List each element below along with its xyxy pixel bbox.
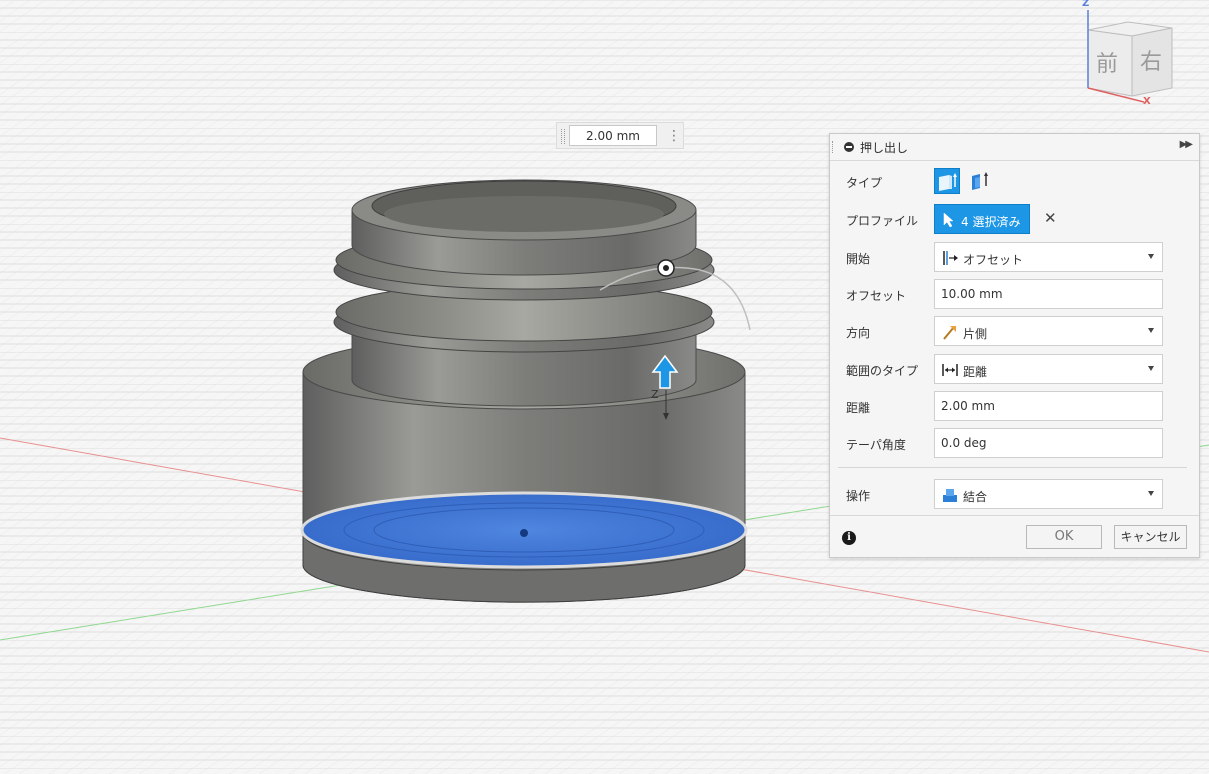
- expand-dialog-icon[interactable]: ▶▶: [1180, 139, 1193, 150]
- operation-label: 操作: [846, 489, 871, 503]
- row-start: 開始 オフセット: [830, 240, 1199, 274]
- extent-type-select[interactable]: 距離: [934, 354, 1163, 384]
- start-label: 開始: [846, 252, 871, 266]
- taper-label: テーパ角度: [846, 438, 906, 452]
- one-side-direction-icon: [943, 326, 956, 340]
- ok-button[interactable]: OK: [1026, 525, 1102, 549]
- thin-extrude-icon: [972, 172, 988, 190]
- viewcube-z-label: Z: [1082, 0, 1090, 9]
- profile-label: プロファイル: [846, 214, 919, 228]
- thin-type-button[interactable]: [968, 168, 994, 194]
- type-label: タイプ: [846, 176, 883, 190]
- offset-start-icon: [943, 251, 958, 265]
- dialog-grip-icon[interactable]: [832, 141, 835, 153]
- offset-label: オフセット: [846, 289, 907, 303]
- chevron-down-icon: [1148, 254, 1154, 259]
- cancel-button[interactable]: キャンセル: [1114, 525, 1187, 549]
- taper-input[interactable]: [934, 428, 1163, 458]
- viewcube-front-face[interactable]: 前: [1096, 46, 1118, 78]
- distance-label: 距離: [846, 401, 871, 415]
- distance-extent-icon: [942, 364, 958, 376]
- floating-distance-input: ⋮: [556, 122, 684, 149]
- info-icon[interactable]: i: [842, 531, 856, 545]
- row-direction: 方向 片側: [830, 314, 1199, 348]
- profile-select-button[interactable]: 4 選択済み: [934, 204, 1030, 234]
- cursor-select-icon: [943, 212, 954, 228]
- more-menu-icon[interactable]: ⋮: [667, 127, 681, 145]
- direction-label: 方向: [846, 326, 871, 340]
- row-offset: オフセット: [830, 277, 1199, 311]
- row-taper: テーパ角度: [830, 426, 1199, 460]
- direction-value: 片側: [963, 327, 988, 341]
- distance-input[interactable]: [934, 391, 1163, 421]
- extrude-command-icon: [844, 142, 854, 152]
- chevron-down-icon: [1148, 328, 1154, 333]
- floating-distance-field[interactable]: [569, 125, 657, 146]
- start-value: オフセット: [963, 253, 1024, 267]
- row-type: タイプ: [830, 164, 1199, 198]
- clear-selection-icon[interactable]: ✕: [1044, 209, 1057, 227]
- row-distance: 距離: [830, 389, 1199, 423]
- viewcube-right-face[interactable]: 右: [1140, 44, 1162, 76]
- solid-extrude-icon: [939, 173, 957, 191]
- solid-type-button[interactable]: [934, 168, 960, 194]
- offset-input[interactable]: [934, 279, 1163, 309]
- operation-select[interactable]: 結合: [934, 479, 1163, 509]
- join-operation-icon: [943, 489, 957, 502]
- row-profile: プロファイル 4 選択済み ✕: [830, 202, 1199, 236]
- dialog-footer: i OK キャンセル: [830, 515, 1199, 559]
- dialog-title: 押し出し: [860, 141, 909, 155]
- section-divider: [838, 467, 1187, 468]
- direction-select[interactable]: 片側: [934, 316, 1163, 346]
- extent-type-label: 範囲のタイプ: [846, 364, 919, 378]
- chevron-down-icon: [1148, 366, 1154, 371]
- chevron-down-icon: [1148, 491, 1154, 496]
- sketch-point-marker[interactable]: [657, 259, 675, 277]
- extrude-dialog: 押し出し ▶▶ タイプ プロファイル 4 選択済み ✕ 開始 オフセット オフセ…: [829, 133, 1200, 558]
- selected-profile-face[interactable]: [300, 491, 748, 569]
- manipulator-axis-label: Z: [651, 388, 659, 401]
- profile-selection-count: 4 選択済み: [961, 215, 1021, 229]
- dialog-title-bar[interactable]: 押し出し ▶▶: [830, 134, 1199, 161]
- viewcube-x-label: X: [1143, 96, 1151, 107]
- drag-grip-icon[interactable]: [561, 129, 565, 144]
- operation-value: 結合: [963, 490, 988, 504]
- row-operation: 操作 結合: [830, 477, 1199, 511]
- start-select[interactable]: オフセット: [934, 242, 1163, 272]
- row-extent-type: 範囲のタイプ 距離: [830, 352, 1199, 386]
- extent-type-value: 距離: [963, 365, 988, 379]
